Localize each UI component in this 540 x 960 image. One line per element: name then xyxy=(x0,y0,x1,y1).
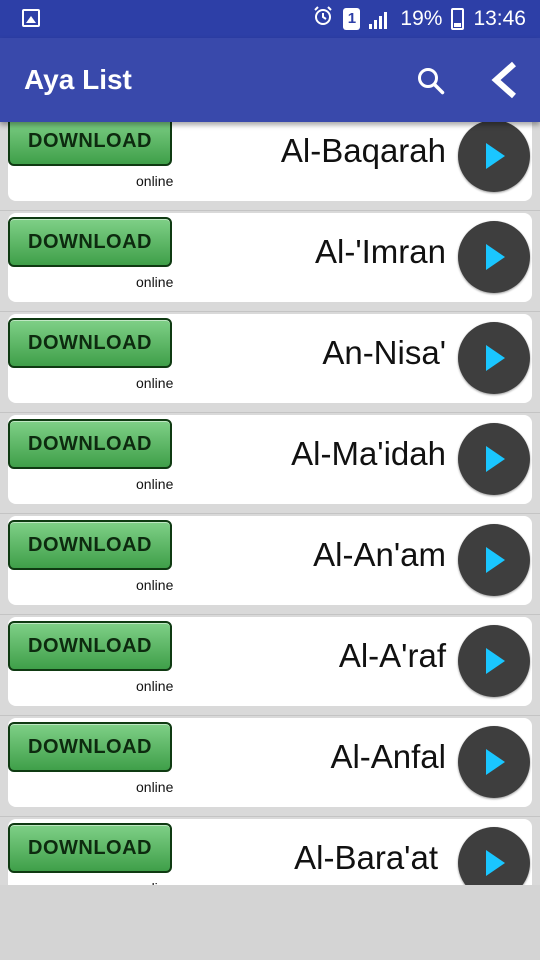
play-button[interactable] xyxy=(458,726,530,798)
status-bar: 1 19% 13:46 xyxy=(0,0,540,38)
status-label: online xyxy=(136,375,174,391)
download-button[interactable]: DOWNLOAD xyxy=(8,122,172,166)
download-button[interactable]: DOWNLOAD xyxy=(8,419,172,469)
battery-charging-icon xyxy=(451,8,465,30)
list-item[interactable]: DOWNLOAD online Al-Baqarah xyxy=(0,122,540,211)
surah-name: Al-A'raf xyxy=(338,637,446,674)
download-button[interactable]: DOWNLOAD xyxy=(8,318,172,368)
list-item-card: DOWNLOAD online Al-Ma'idah xyxy=(8,415,532,504)
list-item[interactable]: DOWNLOAD online Al-A'raf xyxy=(0,615,540,716)
list-item-card: DOWNLOAD online Al-Baqarah xyxy=(8,122,532,201)
status-label: online xyxy=(136,274,174,290)
list-item-card: DOWNLOAD online Al-Anfal xyxy=(8,718,532,807)
list-item[interactable]: DOWNLOAD online Al-Ma'idah xyxy=(0,413,540,514)
play-button[interactable] xyxy=(458,423,530,495)
download-button[interactable]: DOWNLOAD xyxy=(8,520,172,570)
surah-name: Al-Baqarah xyxy=(280,132,446,169)
search-icon[interactable] xyxy=(416,66,446,96)
surah-name: Al-An'am xyxy=(313,536,446,573)
play-button[interactable] xyxy=(458,122,530,192)
status-label: online xyxy=(136,779,174,795)
clock: 13:46 xyxy=(473,7,526,30)
list-item-card: DOWNLOAD online Al-A'raf xyxy=(8,617,532,706)
list-item[interactable]: DOWNLOAD online Al-An'am xyxy=(0,514,540,615)
play-button[interactable] xyxy=(458,524,530,596)
download-button[interactable]: DOWNLOAD xyxy=(8,722,172,772)
surah-name: Al-'Imran xyxy=(315,233,446,270)
download-button[interactable]: DOWNLOAD xyxy=(8,823,172,873)
surah-name: Al-Bara'at xyxy=(294,839,438,876)
status-label: online xyxy=(136,173,174,189)
surah-name: Al-Anfal xyxy=(330,738,446,775)
list-item-card: DOWNLOAD online Al-An'am xyxy=(8,516,532,605)
back-icon[interactable] xyxy=(486,60,526,100)
download-button[interactable]: DOWNLOAD xyxy=(8,217,172,267)
list-item[interactable]: DOWNLOAD online An-Nisa' xyxy=(0,312,540,413)
status-label: online xyxy=(136,577,174,593)
page-title: Aya List xyxy=(24,64,132,95)
app-bar: Aya List xyxy=(0,38,540,122)
alarm-icon xyxy=(312,5,334,33)
status-label: online xyxy=(136,678,174,694)
list-item-card: DOWNLOAD online An-Nisa' xyxy=(8,314,532,403)
surah-name: An-Nisa' xyxy=(322,334,446,371)
list-item-card: DOWNLOAD online Al-Bara'at xyxy=(8,819,532,885)
battery-percent: 19% xyxy=(400,7,443,30)
list-item[interactable]: DOWNLOAD online Al-'Imran xyxy=(0,211,540,312)
play-button[interactable] xyxy=(458,827,530,885)
sim-icon: 1 xyxy=(343,8,361,30)
status-icons: 1 19% 13:46 xyxy=(312,0,526,38)
play-button[interactable] xyxy=(458,625,530,697)
list-item[interactable]: DOWNLOAD online Al-Anfal xyxy=(0,716,540,817)
empty-background xyxy=(0,885,540,960)
signal-icon xyxy=(369,9,391,29)
list-item-card: DOWNLOAD online Al-'Imran xyxy=(8,213,532,302)
surah-list[interactable]: DOWNLOAD online Al-Baqarah DOWNLOAD onli… xyxy=(0,122,540,885)
image-notification-icon xyxy=(22,9,40,27)
download-button[interactable]: DOWNLOAD xyxy=(8,621,172,671)
play-button[interactable] xyxy=(458,221,530,293)
status-label: online xyxy=(136,476,174,492)
play-button[interactable] xyxy=(458,322,530,394)
surah-name: Al-Ma'idah xyxy=(291,435,446,472)
list-item[interactable]: DOWNLOAD online Al-Bara'at xyxy=(0,817,540,885)
